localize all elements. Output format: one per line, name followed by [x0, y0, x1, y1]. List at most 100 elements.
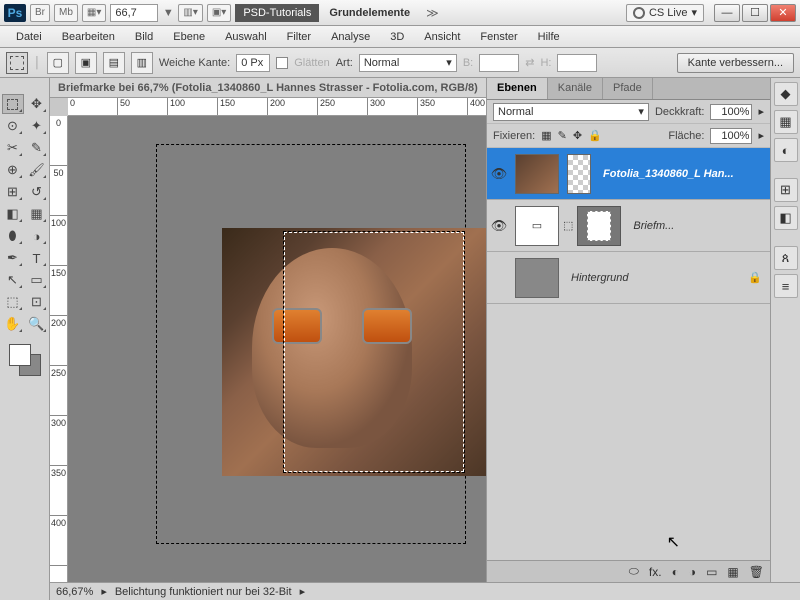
dock-char-icon[interactable]: ጰ: [774, 246, 798, 270]
dock-para-icon[interactable]: ≡: [774, 274, 798, 298]
style-dropdown[interactable]: Normal▾: [359, 54, 457, 72]
lock-paint-icon[interactable]: ✎: [558, 129, 567, 142]
tab-pfade[interactable]: Pfade: [603, 78, 653, 99]
group-icon[interactable]: ▭: [706, 565, 717, 579]
screen-mode-button[interactable]: ▣▾: [207, 4, 231, 22]
tool-hand[interactable]: ✋: [2, 314, 24, 334]
tool-gradient[interactable]: ▦: [26, 204, 48, 224]
menu-hilfe[interactable]: Hilfe: [530, 29, 568, 45]
menu-3d[interactable]: 3D: [382, 29, 412, 45]
menu-bild[interactable]: Bild: [127, 29, 161, 45]
fx-icon[interactable]: fx.: [649, 565, 662, 579]
layer-name[interactable]: Fotolia_1340860_L Han...: [595, 168, 770, 180]
tool-crop[interactable]: ✂: [2, 138, 24, 158]
more-workspaces-icon[interactable]: ≫: [420, 6, 445, 20]
dock-mask-icon[interactable]: ◧: [774, 206, 798, 230]
tool-move[interactable]: ✥: [26, 94, 48, 114]
dock-adjust-icon[interactable]: ⊞: [774, 178, 798, 202]
adjust-icon[interactable]: ◑: [689, 565, 696, 579]
layer-row[interactable]: Hintergrund 🔒: [487, 252, 770, 304]
menu-fenster[interactable]: Fenster: [472, 29, 525, 45]
menu-analyse[interactable]: Analyse: [323, 29, 378, 45]
link-layers-icon[interactable]: ⬭: [629, 564, 639, 579]
tool-stamp[interactable]: ⊞: [2, 182, 24, 202]
menu-ansicht[interactable]: Ansicht: [416, 29, 468, 45]
menu-filter[interactable]: Filter: [279, 29, 319, 45]
current-tool-icon[interactable]: [6, 52, 28, 74]
minimize-button[interactable]: —: [714, 4, 740, 22]
lock-all-icon[interactable]: 🔒: [588, 129, 602, 142]
tool-path[interactable]: ↖: [2, 270, 24, 290]
feather-input[interactable]: 0 Px: [236, 54, 270, 72]
layer-thumb[interactable]: [515, 258, 559, 298]
menu-bar: Datei Bearbeiten Bild Ebene Auswahl Filt…: [0, 26, 800, 48]
selection-new[interactable]: ▢: [47, 52, 69, 74]
tool-type[interactable]: T: [26, 248, 48, 268]
dock-swatch-icon[interactable]: ▦: [774, 110, 798, 134]
tool-3d[interactable]: ⬚: [2, 292, 24, 312]
lock-trans-icon[interactable]: ▦: [541, 129, 551, 142]
tool-heal[interactable]: ⊕: [2, 160, 24, 180]
tool-brush[interactable]: 🖌: [26, 160, 48, 180]
workspace-tab-grund[interactable]: Grundelemente: [323, 7, 416, 19]
trash-icon[interactable]: 🗑: [749, 565, 764, 579]
layer-row[interactable]: 👁 Fotolia_1340860_L Han...: [487, 148, 770, 200]
layer-thumb[interactable]: [515, 154, 559, 194]
zoom-dropdown-icon[interactable]: ▼: [162, 7, 174, 19]
antialias-label: Glätten: [294, 57, 329, 69]
selection-intersect[interactable]: ▥: [131, 52, 153, 74]
tab-ebenen[interactable]: Ebenen: [487, 78, 548, 99]
width-label: B:: [463, 57, 473, 69]
tool-wand[interactable]: ✦: [26, 116, 48, 136]
ps-logo: Ps: [4, 4, 26, 22]
fill-input[interactable]: 100%: [710, 128, 752, 144]
opacity-input[interactable]: 100%: [710, 104, 752, 120]
cs-live-button[interactable]: CS Live▾: [626, 4, 704, 22]
selection-sub[interactable]: ▤: [103, 52, 125, 74]
dock-color-icon[interactable]: ◆: [774, 82, 798, 106]
menu-ebene[interactable]: Ebene: [165, 29, 213, 45]
tool-marquee[interactable]: [2, 94, 24, 114]
layer-name[interactable]: Briefm...: [625, 220, 770, 232]
mask-icon[interactable]: ◐: [672, 565, 679, 579]
visibility-icon[interactable]: 👁: [487, 166, 511, 182]
tool-zoom[interactable]: 🔍: [26, 314, 48, 334]
ruler-vertical: 050100150200250300350400: [50, 116, 68, 582]
close-button[interactable]: ✕: [770, 4, 796, 22]
lock-move-icon[interactable]: ✥: [573, 129, 582, 142]
view-extras-button[interactable]: ▦▾: [82, 4, 106, 22]
blend-mode-dropdown[interactable]: Normal▾: [493, 103, 649, 121]
layer-row[interactable]: 👁 ▭ ⬚ Briefm...: [487, 200, 770, 252]
menu-auswahl[interactable]: Auswahl: [217, 29, 275, 45]
tool-eyedropper[interactable]: ✎: [26, 138, 48, 158]
layer-mask-thumb[interactable]: [577, 206, 621, 246]
zoom-level-input[interactable]: 66,7: [110, 4, 158, 22]
layer-name[interactable]: Hintergrund: [563, 272, 740, 284]
bridge-button[interactable]: Br: [30, 4, 50, 22]
tool-pen[interactable]: ✒: [2, 248, 24, 268]
layer-thumb[interactable]: ▭: [515, 206, 559, 246]
tab-kanale[interactable]: Kanäle: [548, 78, 603, 99]
tool-history[interactable]: ↺: [26, 182, 48, 202]
tool-blur[interactable]: ⬮: [2, 226, 24, 246]
visibility-icon[interactable]: 👁: [487, 218, 511, 234]
refine-edge-button[interactable]: Kante verbessern...: [677, 53, 794, 73]
minibridge-button[interactable]: Mb: [54, 4, 78, 22]
arrange-docs-button[interactable]: ▥▾: [178, 4, 202, 22]
panels: Ebenen Kanäle Pfade Normal▾ Deckkraft: 1…: [486, 78, 800, 582]
new-layer-icon[interactable]: ▦: [727, 565, 738, 579]
tool-3dcam[interactable]: ⊡: [26, 292, 48, 312]
menu-bearbeiten[interactable]: Bearbeiten: [54, 29, 123, 45]
dock-style-icon[interactable]: ◐: [774, 138, 798, 162]
tool-lasso[interactable]: ⊙: [2, 116, 24, 136]
tool-shape[interactable]: ▭: [26, 270, 48, 290]
menu-datei[interactable]: Datei: [8, 29, 50, 45]
selection-add[interactable]: ▣: [75, 52, 97, 74]
workspace-tab-psd[interactable]: PSD-Tutorials: [235, 4, 319, 22]
maximize-button[interactable]: ☐: [742, 4, 768, 22]
link-icon[interactable]: ⬚: [563, 219, 573, 232]
tool-dodge[interactable]: ◑: [26, 226, 48, 246]
status-zoom[interactable]: 66,67%: [56, 586, 93, 598]
tool-eraser[interactable]: ◧: [2, 204, 24, 224]
color-swatch[interactable]: [9, 344, 41, 376]
